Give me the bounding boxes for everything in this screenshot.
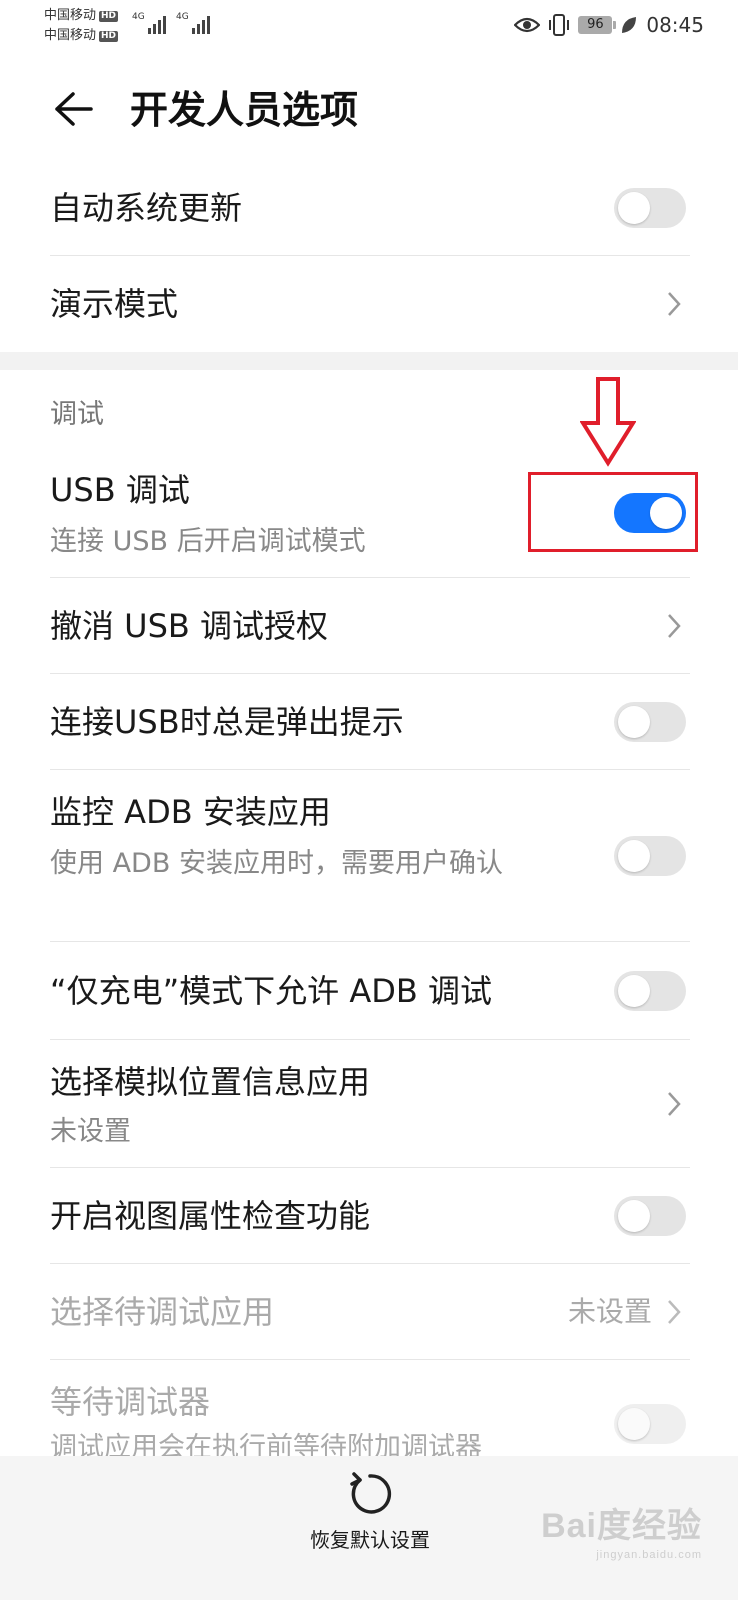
- carrier-name: 中国移动: [44, 8, 97, 23]
- carrier-name: 中国移动: [44, 28, 97, 43]
- annotation-highlight-box: [528, 472, 698, 552]
- signal-icon: 4G: [132, 12, 166, 34]
- wait-debugger-toggle[interactable]: [614, 1404, 686, 1444]
- back-button[interactable]: [50, 86, 96, 132]
- item-label: 撤消 USB 调试授权: [50, 607, 329, 645]
- view-attribute-inspection-item[interactable]: 开启视图属性检查功能: [0, 1168, 738, 1264]
- item-label: 选择待调试应用: [50, 1293, 275, 1331]
- item-label: 开启视图属性检查功能: [50, 1197, 371, 1235]
- auto-update-toggle[interactable]: [614, 188, 686, 228]
- signal-icon: 4G: [176, 12, 210, 34]
- chevron-right-icon: [662, 606, 686, 646]
- back-arrow-icon: [55, 92, 93, 126]
- chevron-right-icon: [662, 1292, 686, 1332]
- annotation-arrow-icon: [579, 377, 637, 471]
- restore-defaults-button[interactable]: 恢复默认设置: [280, 1470, 460, 1580]
- revoke-usb-auth-item[interactable]: 撤消 USB 调试授权: [0, 578, 738, 674]
- status-icons: 96 08:45: [514, 12, 704, 38]
- network-type-label: 4G: [132, 12, 145, 22]
- charge-only-adb-toggle[interactable]: [614, 971, 686, 1011]
- item-summary: 未设置: [50, 1116, 131, 1147]
- title-bar: 开发人员选项: [0, 70, 738, 150]
- wait-for-debugger-item[interactable]: 等待调试器 调试应用会在执行前等待附加调试器: [0, 1360, 738, 1456]
- watermark-text: Bai度经验: [541, 1507, 702, 1545]
- item-label: 演示模式: [50, 285, 179, 323]
- demo-mode-item[interactable]: 演示模式: [0, 256, 738, 352]
- toggle-knob: [618, 840, 650, 872]
- eye-comfort-icon: [514, 17, 541, 33]
- mock-location-app-item[interactable]: 选择模拟位置信息应用 未设置: [0, 1040, 738, 1168]
- section-separator: [0, 352, 738, 370]
- item-summary: 连接 USB 后开启调试模式: [50, 526, 366, 557]
- adb-monitor-toggle[interactable]: [614, 836, 686, 876]
- charge-only-adb-item[interactable]: “仅充电”模式下允许 ADB 调试: [0, 942, 738, 1040]
- item-label: 选择模拟位置信息应用: [50, 1063, 371, 1101]
- chevron-right-icon: [662, 1084, 686, 1124]
- bottom-action-bar: 恢复默认设置 Bai度经验 jingyan.baidu.com: [0, 1456, 738, 1600]
- restore-defaults-label: 恢复默认设置: [310, 1528, 430, 1552]
- baidu-watermark: Bai度经验 jingyan.baidu.com: [541, 1498, 702, 1561]
- auto-system-update-item[interactable]: 自动系统更新: [0, 160, 738, 256]
- toggle-knob: [618, 975, 650, 1007]
- toggle-knob: [618, 192, 650, 224]
- hd-badge: HD: [99, 30, 119, 42]
- toggle-knob: [618, 1408, 650, 1440]
- toggle-knob: [618, 706, 650, 738]
- chevron-right-icon: [662, 284, 686, 324]
- watermark-url: jingyan.baidu.com: [596, 1549, 702, 1561]
- view-attribute-toggle[interactable]: [614, 1196, 686, 1236]
- section-header-debug: 调试: [50, 399, 104, 430]
- hd-badge: HD: [99, 10, 119, 22]
- usb-prompt-toggle[interactable]: [614, 702, 686, 742]
- carrier-info: 中国移动 HD 中国移动 HD: [44, 6, 119, 46]
- vibrate-icon: [549, 14, 570, 36]
- restore-icon: [350, 1472, 392, 1514]
- item-label: “仅充电”模式下允许 ADB 调试: [50, 972, 492, 1010]
- item-value: 未设置: [567, 1295, 652, 1328]
- usb-prompt-item[interactable]: 连接USB时总是弹出提示: [0, 674, 738, 770]
- battery-icon: 96: [578, 16, 617, 34]
- item-label: 等待调试器: [50, 1383, 211, 1421]
- status-bar: 中国移动 HD 中国移动 HD 4G 4G 96 08:45: [0, 0, 738, 52]
- item-label: USB 调试: [50, 471, 190, 509]
- page-title: 开发人员选项: [130, 88, 359, 132]
- select-debug-app-item[interactable]: 选择待调试应用 未设置: [0, 1264, 738, 1360]
- item-label: 连接USB时总是弹出提示: [50, 703, 404, 741]
- toggle-knob: [618, 1200, 650, 1232]
- item-label: 监控 ADB 安装应用: [50, 793, 331, 831]
- item-summary: 使用 ADB 安装应用时，需要用户确认: [50, 848, 503, 879]
- item-summary: 调试应用会在执行前等待附加调试器: [50, 1432, 482, 1456]
- clock: 08:45: [646, 13, 704, 37]
- network-type-label: 4G: [176, 12, 189, 22]
- power-saving-leaf-icon: [622, 17, 637, 33]
- item-label: 自动系统更新: [50, 189, 243, 227]
- adb-install-monitor-item[interactable]: 监控 ADB 安装应用 使用 ADB 安装应用时，需要用户确认: [0, 770, 738, 942]
